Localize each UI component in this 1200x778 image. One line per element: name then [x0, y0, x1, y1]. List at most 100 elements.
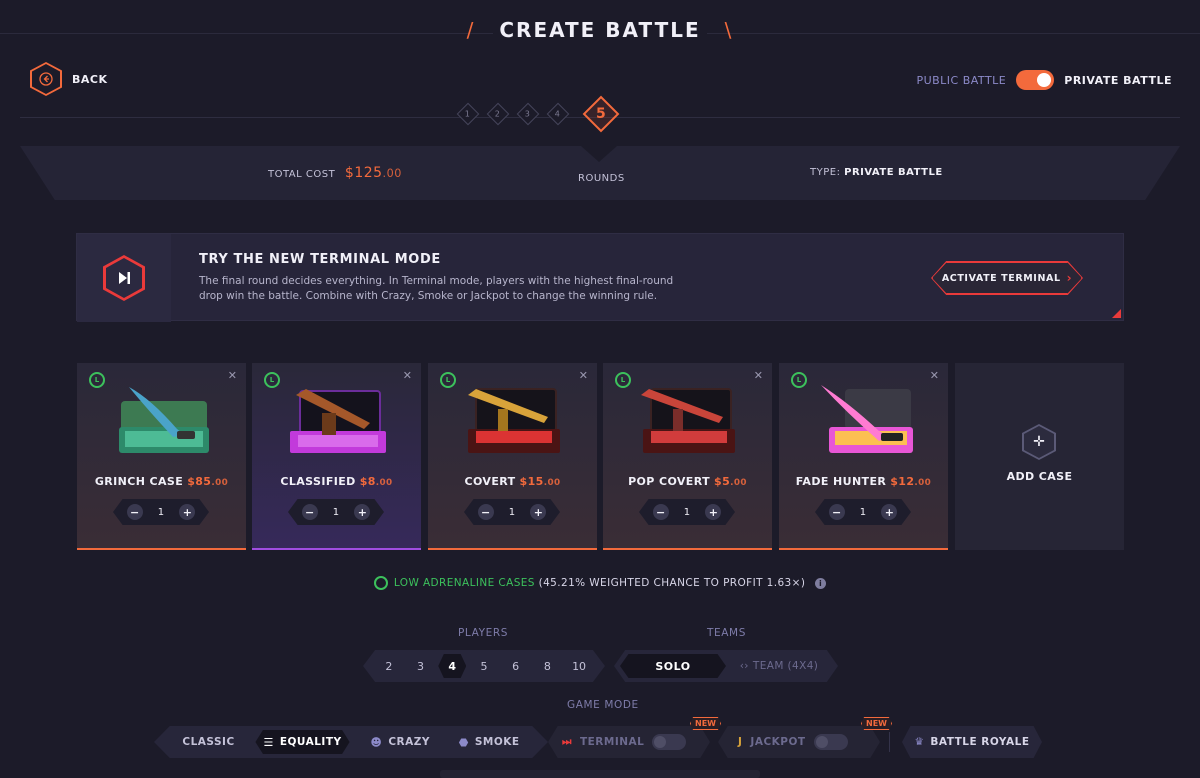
- case-price: $85.00: [187, 475, 228, 488]
- quantity-stepper: − 1 +: [113, 499, 209, 525]
- players-option[interactable]: 5: [470, 654, 498, 678]
- title-slash-left: /: [466, 18, 476, 42]
- add-icon: ✛: [1022, 424, 1056, 460]
- battle-type-value: PRIVATE BATTLE: [844, 167, 943, 178]
- decrease-button[interactable]: −: [652, 504, 669, 520]
- jackpot-toggle[interactable]: [813, 734, 848, 750]
- case-name-text: CLASSIFIED: [280, 475, 356, 488]
- quantity-stepper: − 1 +: [464, 499, 560, 525]
- public-battle-label[interactable]: PUBLIC BATTLE: [916, 74, 1006, 87]
- new-badge: NEW: [861, 717, 892, 730]
- mode-label: JACKPOT: [750, 736, 806, 748]
- decrease-button[interactable]: −: [301, 504, 318, 520]
- game-mode-label: GAME MODE: [567, 699, 639, 711]
- round-step-label: 2: [495, 109, 501, 119]
- banner-icon-box: [77, 234, 171, 322]
- private-battle-label[interactable]: PRIVATE BATTLE: [1064, 74, 1172, 87]
- mode-label: EQUALITY: [279, 736, 342, 748]
- case-card[interactable]: L ✕ CLASSIFIED $8.00 − 1 +: [252, 363, 421, 550]
- smoke-icon: ⬣: [458, 735, 469, 749]
- round-step-4[interactable]: 4: [546, 102, 570, 126]
- players-label: PLAYERS: [458, 627, 508, 639]
- increase-button[interactable]: +: [705, 504, 722, 520]
- increase-button[interactable]: +: [354, 504, 371, 520]
- case-card[interactable]: L ✕ COVERT $15.00 − 1 +: [428, 363, 597, 550]
- players-option[interactable]: 3: [407, 654, 435, 678]
- round-step-label: 1: [465, 109, 471, 119]
- mode-battle-royale[interactable]: ♛ BATTLE ROYALE: [902, 726, 1042, 758]
- round-step-3[interactable]: 3: [516, 102, 540, 126]
- remove-case-icon[interactable]: ✕: [930, 369, 939, 382]
- jackpot-icon: J: [738, 736, 743, 748]
- profit-chance-info: LOW ADRENALINE CASES (45.21% WEIGHTED CH…: [0, 576, 1200, 590]
- case-name: COVERT $15.00: [428, 475, 597, 488]
- gold-rifle-red-case-icon: [468, 388, 560, 453]
- round-step-2[interactable]: 2: [486, 102, 510, 126]
- total-cost-decimals: .00: [382, 167, 402, 180]
- page-title-text: CREATE BATTLE: [493, 18, 707, 42]
- players-option[interactable]: 2: [375, 654, 403, 678]
- remove-case-icon[interactable]: ✕: [403, 369, 412, 382]
- total-cost-value: $125.00: [345, 165, 402, 181]
- case-name: POP COVERT $5.00: [603, 475, 772, 488]
- chevron-right-icon: ›: [1066, 271, 1073, 285]
- players-option[interactable]: 6: [502, 654, 530, 678]
- mode-crazy[interactable]: ☻ CRAZY: [362, 730, 438, 754]
- rifle-purple-case-icon: [290, 389, 386, 453]
- case-price-main: $15: [519, 475, 544, 488]
- solo-button[interactable]: SOLO: [620, 654, 726, 678]
- round-step-1[interactable]: 1: [456, 102, 480, 126]
- case-card[interactable]: L ✕ GRINCH CASE $85.00 − 1 +: [77, 363, 246, 550]
- quantity-stepper: − 1 +: [815, 499, 911, 525]
- battle-privacy-switch: PUBLIC BATTLE PRIVATE BATTLE: [916, 70, 1172, 90]
- case-price: $5.00: [714, 475, 747, 488]
- quantity-value: 1: [859, 506, 867, 518]
- mode-smoke[interactable]: ⬣ SMOKE: [451, 730, 528, 754]
- players-option[interactable]: 8: [533, 654, 561, 678]
- skip-forward-icon: ⏭: [562, 735, 572, 748]
- decrease-button[interactable]: −: [126, 504, 143, 520]
- case-price: $15.00: [520, 475, 561, 488]
- mode-jackpot[interactable]: J JACKPOT: [718, 726, 880, 758]
- remove-case-icon[interactable]: ✕: [228, 369, 237, 382]
- players-option-selected[interactable]: 4: [438, 654, 467, 678]
- case-price: $8.00: [360, 475, 393, 488]
- adrenaline-level: LOW ADRENALINE CASES: [393, 577, 535, 589]
- skip-forward-icon: [103, 255, 145, 301]
- banner-corner-accent: [1112, 309, 1121, 318]
- back-button[interactable]: BACK: [30, 62, 108, 96]
- page-title: / CREATE BATTLE \: [0, 18, 1200, 42]
- banner-description: The final round decides everything. In T…: [199, 275, 674, 302]
- profit-chance-text: (45.21% WEIGHTED CHANCE TO PROFIT 1.63×): [538, 577, 806, 589]
- round-step-label: 4: [555, 109, 561, 119]
- remove-case-icon[interactable]: ✕: [754, 369, 763, 382]
- decrease-button[interactable]: −: [828, 504, 845, 520]
- level-badge-text: L: [796, 376, 802, 384]
- info-icon[interactable]: i: [815, 577, 827, 589]
- decrease-button[interactable]: −: [477, 504, 494, 520]
- case-card[interactable]: L ✕ FADE HUNTER $12.00 − 1 +: [779, 363, 948, 550]
- players-option[interactable]: 10: [565, 654, 593, 678]
- case-name-text: GRINCH CASE: [94, 475, 184, 488]
- case-card[interactable]: L ✕ POP COVERT $5.00 − 1 +: [603, 363, 772, 550]
- activate-terminal-button[interactable]: ACTIVATE TERMINAL ›: [932, 262, 1082, 294]
- activate-terminal-label: ACTIVATE TERMINAL: [941, 272, 1061, 284]
- remove-case-icon[interactable]: ✕: [579, 369, 588, 382]
- toggle-knob: [815, 736, 828, 748]
- fade-knife-case-icon: [821, 385, 913, 453]
- increase-button[interactable]: +: [179, 504, 196, 520]
- round-step-5[interactable]: 5: [582, 95, 620, 133]
- mode-terminal[interactable]: ⏭ TERMINAL: [548, 726, 710, 758]
- increase-button[interactable]: +: [881, 504, 898, 520]
- case-name: GRINCH CASE $85.00: [77, 475, 246, 488]
- privacy-toggle[interactable]: [1016, 70, 1055, 90]
- team-button[interactable]: ‹› TEAM (4X4): [726, 660, 832, 672]
- mode-label: BATTLE ROYALE: [930, 736, 1030, 748]
- battle-type: TYPE: PRIVATE BATTLE: [810, 167, 943, 178]
- add-case-button[interactable]: ✛ ADD CASE: [955, 363, 1124, 550]
- mode-equality[interactable]: ☰ EQUALITY: [255, 730, 350, 754]
- terminal-toggle[interactable]: [652, 734, 687, 750]
- increase-button[interactable]: +: [530, 504, 547, 520]
- round-step-label: 5: [596, 106, 606, 122]
- mode-classic[interactable]: CLASSIC: [174, 730, 242, 754]
